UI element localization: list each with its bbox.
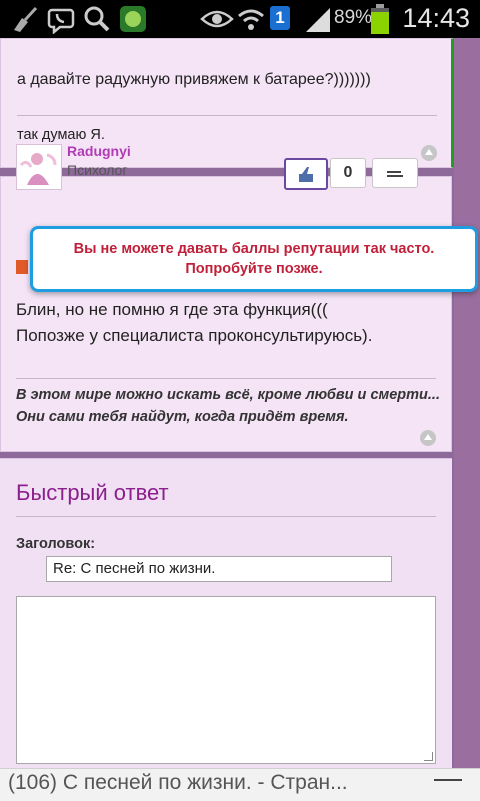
wifi-icon [238, 9, 264, 30]
reply-textarea[interactable] [16, 596, 436, 764]
post-menu-button[interactable] [372, 158, 418, 188]
post-username[interactable]: Radugnyi [67, 143, 131, 159]
quick-reply-divider [16, 516, 436, 517]
signature-line-2: Они сами тебя найдут, когда придёт время… [16, 409, 349, 425]
notification-count-icon: 1 [270, 6, 290, 30]
signature-line-1: В этом мире можно искать всё, кроме любв… [16, 387, 440, 403]
battery-icon [371, 4, 389, 34]
subject-label: Заголовок: [16, 536, 96, 552]
toast-line-2: Попробуйте позже. [185, 261, 323, 277]
post-signature: так думаю Я. [17, 127, 105, 143]
page-title-tab[interactable]: (106) С песней по жизни. - Стран... [8, 771, 348, 795]
reputation-up-button[interactable] [284, 158, 328, 190]
thumbs-up-icon [299, 167, 313, 182]
scroll-top-icon[interactable] [420, 430, 436, 446]
search-icon [84, 6, 110, 32]
viber-icon [47, 8, 75, 34]
game-app-icon [120, 6, 146, 32]
menu-icon[interactable] [434, 779, 462, 781]
scroll-top-icon[interactable] [421, 145, 437, 161]
post-text: а давайте радужную привяжем к батарее?))… [17, 71, 371, 88]
post-status-icon [16, 260, 28, 274]
quick-reply-title: Быстрый ответ [16, 480, 169, 505]
toast-line-1: Вы не можете давать баллы репутации так … [73, 241, 435, 257]
signature-divider [16, 378, 436, 379]
battery-percent: 89% [334, 7, 373, 28]
status-bar: 1 89% 14:43 [0, 0, 480, 38]
eye-icon [200, 10, 234, 28]
signature-divider [17, 115, 437, 116]
resize-handle-icon[interactable] [424, 752, 433, 761]
clock: 14:43 [402, 3, 470, 33]
post-user-role: Психолог [67, 162, 128, 178]
reputation-count: 0 [330, 158, 366, 188]
subject-input[interactable] [46, 556, 392, 582]
reputation-error-toast: Вы не можете давать баллы репутации так … [30, 226, 478, 292]
user-avatar[interactable] [16, 144, 62, 190]
browser-bottom-bar: (106) С песней по жизни. - Стран... [0, 768, 480, 801]
post-line-1: Блин, но не помню я где эта функция((( [16, 300, 328, 319]
signal-icon [306, 8, 330, 32]
page-scroll-edge [454, 38, 480, 768]
menu-lines-icon [387, 171, 403, 177]
post-line-2: Попозже у специалиста проконсультируюсь)… [16, 326, 373, 345]
broom-icon [14, 6, 38, 32]
